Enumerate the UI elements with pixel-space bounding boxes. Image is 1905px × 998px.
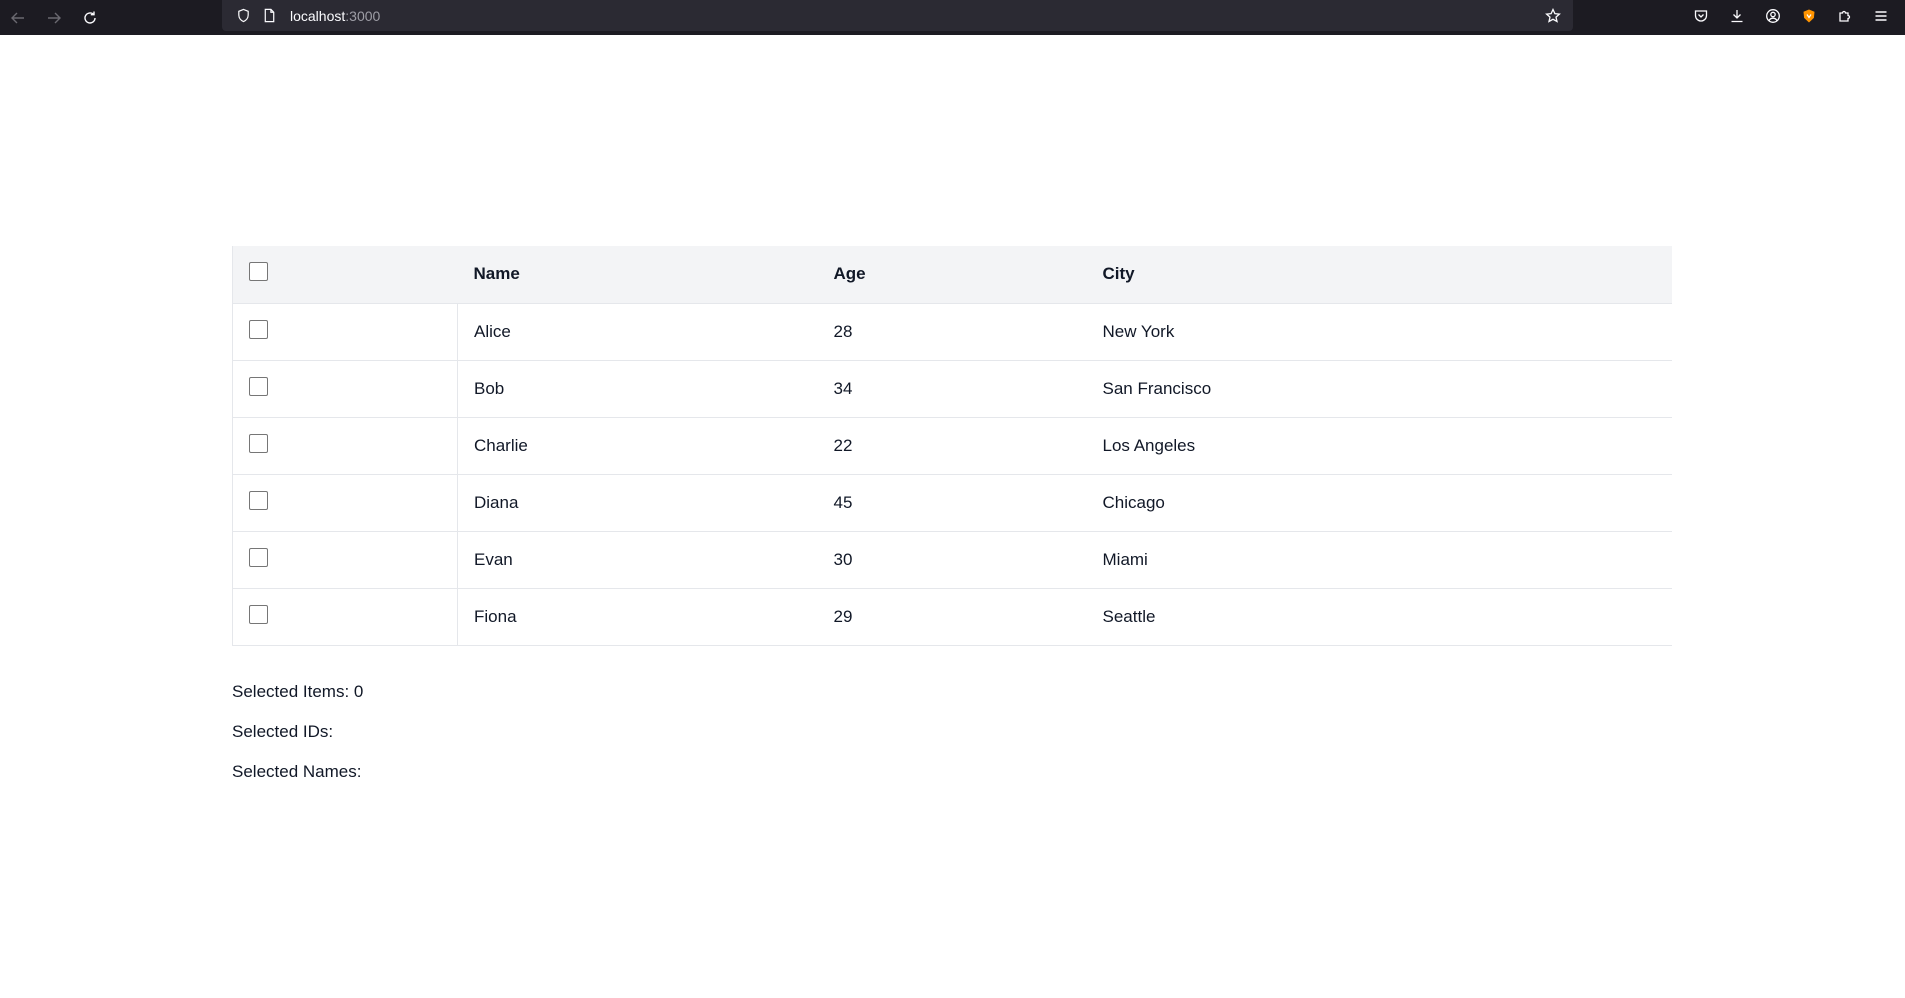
url-bar[interactable]: localhost:3000 (222, 0, 1573, 31)
row-checkbox[interactable] (249, 547, 268, 567)
cell-city: New York (1102, 321, 1175, 341)
cell-city: Los Angeles (1102, 435, 1196, 455)
pocket-button[interactable] (1683, 0, 1719, 31)
back-button[interactable] (0, 0, 36, 35)
cell-age: 29 (833, 606, 853, 626)
shield-icon[interactable] (232, 5, 254, 27)
page-content: Name Age City Alice 28 New York Bob 34 S… (232, 246, 1672, 800)
cell-name: Bob (474, 378, 505, 398)
menu-button[interactable] (1863, 0, 1899, 31)
table-row: Alice 28 New York (232, 303, 1672, 360)
extension-button[interactable] (1791, 0, 1827, 31)
row-checkbox-cell (232, 360, 458, 417)
cell-city: Miami (1102, 549, 1148, 569)
table-header-row: Name Age City (232, 246, 1672, 303)
arrow-left-icon (11, 12, 24, 23)
url-host: localhost (290, 7, 346, 24)
cell-city: Seattle (1102, 606, 1156, 626)
row-checkbox[interactable] (249, 319, 268, 339)
selected-names: Selected Names: (232, 761, 362, 781)
puzzle-icon (1839, 10, 1851, 22)
download-icon (1731, 9, 1743, 22)
reload-button[interactable] (72, 0, 108, 35)
selected-ids: Selected IDs: (232, 721, 334, 741)
cell-age: 34 (833, 378, 853, 398)
browser-toolbar: localhost:3000 (0, 0, 1905, 35)
cell-age: 22 (833, 435, 853, 455)
selected-items-count: Selected Items: 0 (232, 681, 364, 701)
url-port: :3000 (345, 7, 381, 24)
extension-icon (1803, 9, 1815, 22)
column-header-city: City (1102, 264, 1135, 284)
forward-button[interactable] (36, 0, 72, 35)
cell-name: Evan (474, 549, 513, 569)
select-all-checkbox[interactable] (249, 262, 268, 282)
row-checkbox-cell (232, 588, 458, 645)
table-row: Diana 45 Chicago (232, 474, 1672, 531)
account-button[interactable] (1755, 0, 1791, 31)
pocket-icon (1694, 9, 1708, 22)
column-header-name: Name (473, 264, 520, 284)
table-row: Evan 30 Miami (232, 531, 1672, 588)
row-checkbox[interactable] (249, 490, 268, 510)
select-all-cell (232, 246, 458, 303)
account-icon (1766, 8, 1780, 23)
row-checkbox[interactable] (249, 376, 268, 396)
cell-name: Charlie (474, 435, 528, 455)
row-checkbox[interactable] (249, 604, 268, 624)
table-row: Fiona 29 Seattle (232, 588, 1672, 645)
star-icon (1545, 8, 1561, 23)
cell-age: 28 (833, 321, 853, 341)
selection-summary: Selected Items: 0 Selected IDs: Selected… (232, 680, 1672, 800)
row-checkbox-cell (232, 417, 458, 474)
row-checkbox-cell (232, 303, 458, 360)
row-checkbox-cell (232, 474, 458, 531)
arrow-right-icon (48, 12, 61, 23)
cell-city: Chicago (1102, 492, 1165, 512)
cell-age: 45 (833, 492, 853, 512)
table-row: Charlie 22 Los Angeles (232, 417, 1672, 474)
downloads-button[interactable] (1719, 0, 1755, 31)
cell-name: Diana (474, 492, 519, 512)
url-text[interactable]: localhost:3000 (290, 8, 380, 24)
row-checkbox[interactable] (249, 433, 268, 453)
cell-name: Fiona (474, 606, 517, 626)
hamburger-menu-icon (1875, 10, 1887, 21)
cell-name: Alice (474, 321, 511, 341)
cell-city: San Francisco (1102, 378, 1212, 398)
extensions-button[interactable] (1827, 0, 1863, 31)
table-row: Bob 34 San Francisco (232, 360, 1672, 417)
page-icon[interactable] (258, 5, 280, 27)
row-checkbox-cell (232, 531, 458, 588)
cell-age: 30 (833, 549, 853, 569)
toolbar-right (1683, 0, 1899, 31)
bookmark-button[interactable] (1541, 4, 1565, 28)
column-header-age: Age (833, 264, 866, 284)
reload-icon (84, 11, 96, 24)
data-table: Name Age City Alice 28 New York Bob 34 S… (232, 246, 1672, 646)
